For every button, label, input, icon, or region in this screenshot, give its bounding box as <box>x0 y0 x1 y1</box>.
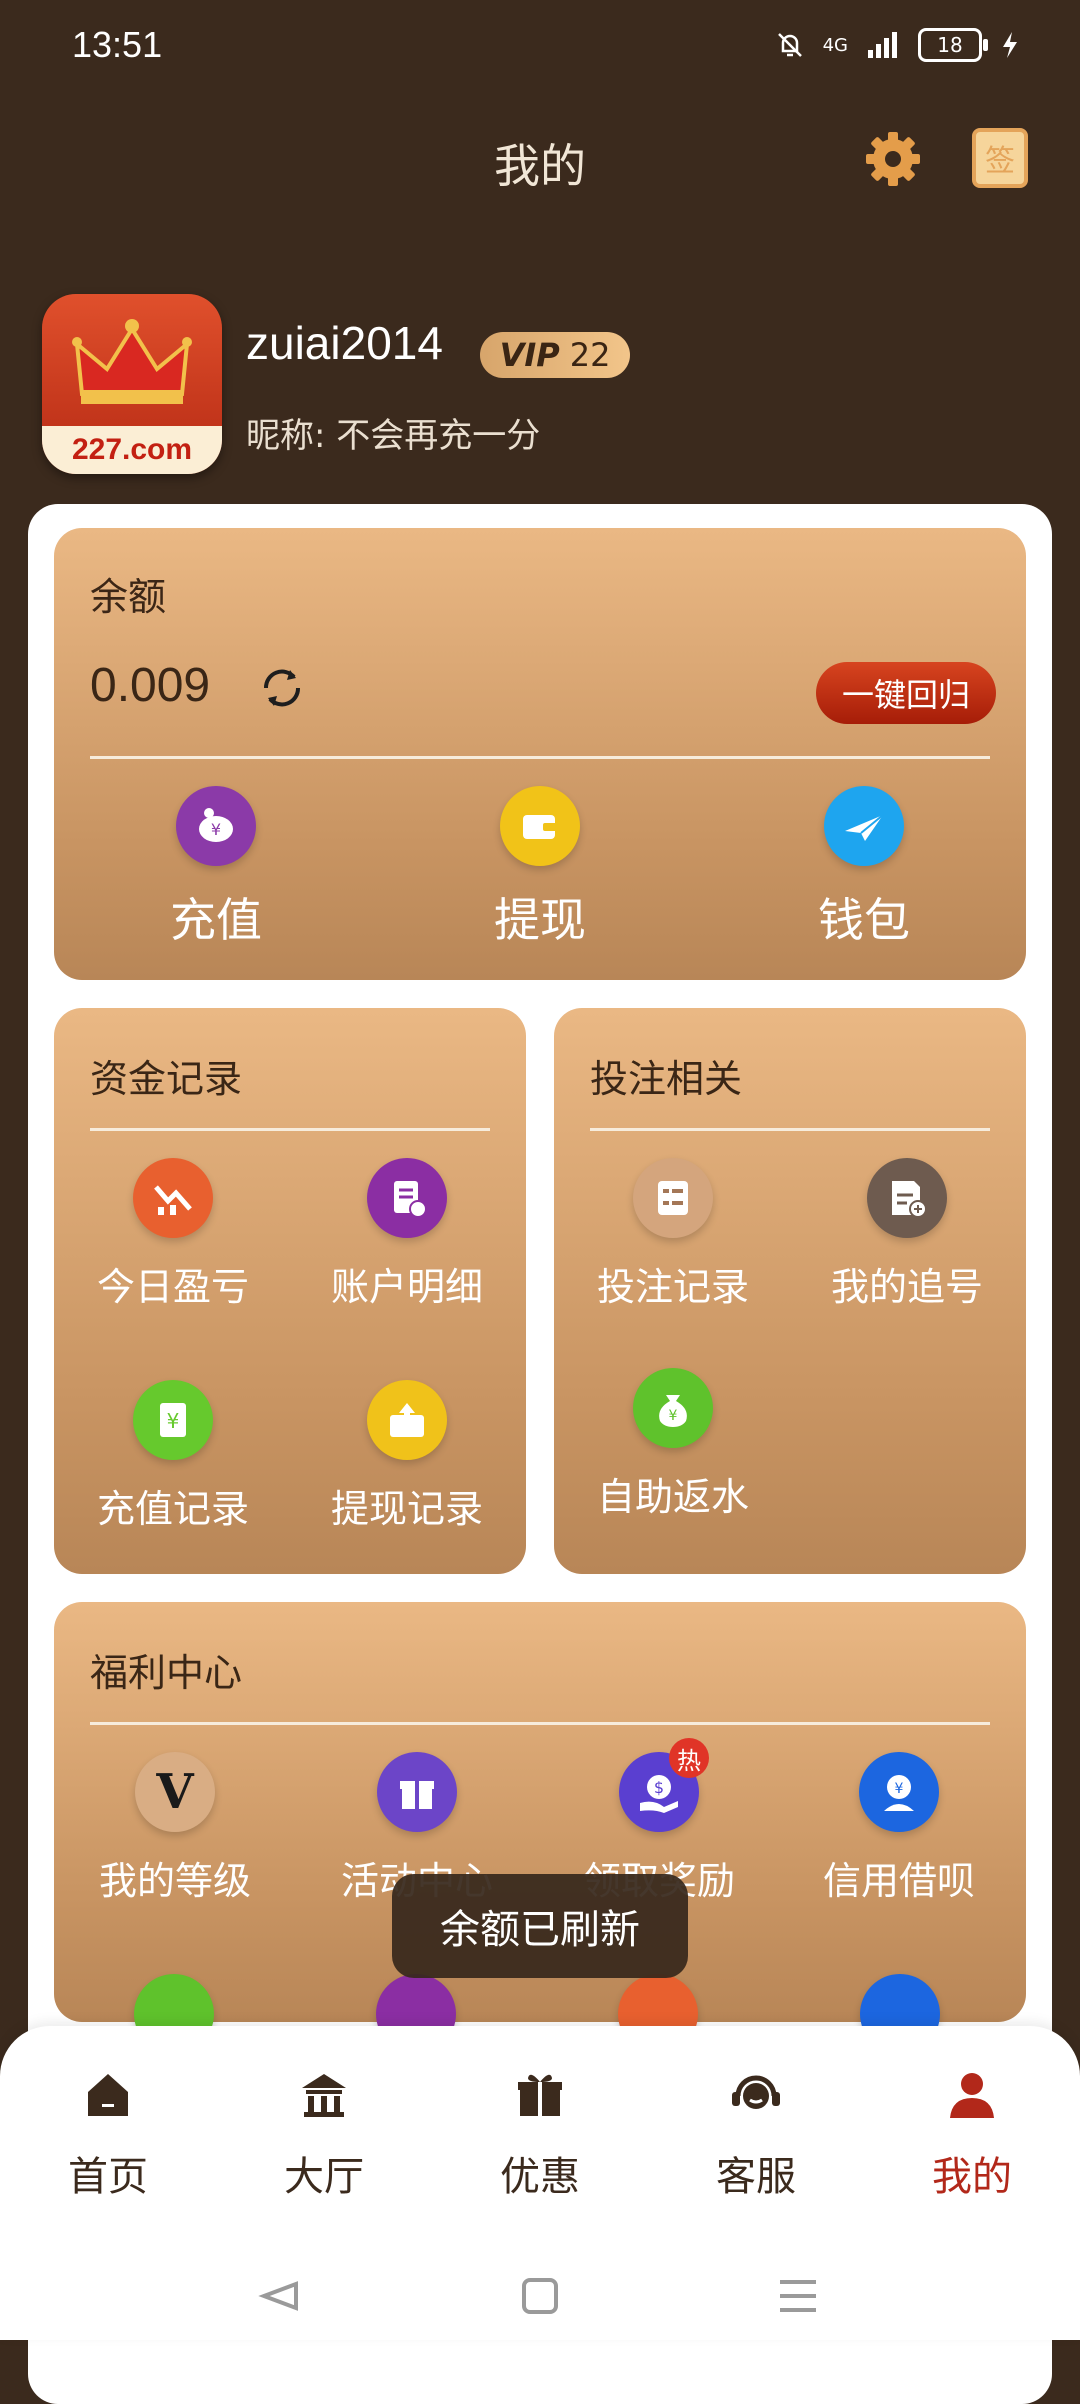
tab-service-label: 客服 <box>716 2154 796 2200</box>
welfare-title: 福利中心 <box>90 1651 243 1695</box>
wallet-icon <box>500 786 580 866</box>
divider <box>90 1722 990 1725</box>
svg-text:$: $ <box>654 1778 664 1797</box>
upload-box-icon <box>367 1380 447 1460</box>
menu-icon <box>780 2280 816 2312</box>
tab-service[interactable]: 客服 <box>686 2064 826 2202</box>
recharge-label: 充值 <box>170 893 262 947</box>
svg-text:¥: ¥ <box>211 820 221 839</box>
self-rebate-label: 自助返水 <box>596 1475 749 1519</box>
wallet-button[interactable]: 钱包 <box>754 786 974 950</box>
my-chase-label: 我的追号 <box>830 1265 983 1309</box>
document-icon <box>367 1158 447 1238</box>
recharge-record-button[interactable]: ¥ 充值记录 <box>68 1380 278 1533</box>
funds-title: 资金记录 <box>90 1057 243 1101</box>
balance-card: 余额 0.009 一键回归 ¥ 充值 提现 钱包 <box>54 528 1026 980</box>
username: zuiai2014 <box>246 317 443 369</box>
vip-level: 22 <box>569 336 611 374</box>
yen-card-icon: ¥ <box>133 1380 213 1460</box>
status-time: 13:51 <box>72 24 163 65</box>
hot-badge: 热 <box>669 1738 709 1778</box>
sign-in-calendar-button[interactable]: 签 <box>972 128 1028 188</box>
gear-icon[interactable] <box>862 128 924 190</box>
divider <box>590 1128 990 1131</box>
hall-icon <box>302 2074 346 2117</box>
betting-title: 投注相关 <box>590 1057 743 1101</box>
wallet-label: 钱包 <box>818 893 910 947</box>
svg-text:¥: ¥ <box>167 1409 180 1433</box>
self-rebate-button[interactable]: ¥ 自助返水 <box>568 1368 778 1521</box>
tab-home-label: 首页 <box>68 2154 148 2200</box>
svg-text:¥: ¥ <box>895 1781 904 1797</box>
today-profit-label: 今日盈亏 <box>96 1265 249 1309</box>
today-profit-button[interactable]: 今日盈亏 <box>68 1158 278 1311</box>
credit-loan-label: 信用借呗 <box>822 1859 975 1903</box>
tab-hall[interactable]: 大厅 <box>254 2064 394 2202</box>
bottom-nav: 首页 大厅 优惠 客服 我的 <box>0 2026 1080 2340</box>
dollar-hand-icon: $ 热 <box>619 1738 709 1832</box>
vip-label: VIP <box>499 336 560 374</box>
recharge-button[interactable]: ¥ 充值 <box>106 786 326 950</box>
bet-record-label: 投注记录 <box>596 1265 749 1309</box>
my-chase-button[interactable]: 我的追号 <box>802 1158 1012 1311</box>
nickname: 昵称: 不会再充一分 <box>246 416 541 456</box>
balance-amount: 0.009 <box>90 659 211 712</box>
sign-label: 签 <box>985 144 1015 179</box>
signal-icon <box>868 32 897 58</box>
avatar-brand-text: 227.com <box>42 426 222 474</box>
balance-label: 余额 <box>90 575 167 619</box>
account-detail-label: 账户明细 <box>330 1265 483 1309</box>
status-icons: 4G 18 <box>775 28 1020 62</box>
tab-promotions[interactable]: 优惠 <box>470 2064 610 2202</box>
tab-mine[interactable]: 我的 <box>902 2064 1042 2202</box>
battery-level: 18 <box>937 33 963 57</box>
divider <box>90 756 990 759</box>
refresh-icon[interactable] <box>254 660 310 716</box>
crown-icon <box>72 319 192 404</box>
tab-mine-label: 我的 <box>932 2154 1012 2200</box>
bell-muted-icon <box>777 33 802 57</box>
level-v-icon: V <box>135 1752 215 1832</box>
withdraw-record-label: 提现记录 <box>330 1487 483 1531</box>
my-level-button[interactable]: V 我的等级 <box>60 1752 290 1905</box>
yen-user-icon: ¥ <box>859 1752 939 1832</box>
add-document-icon <box>867 1158 947 1238</box>
piggy-bank-icon: ¥ <box>176 786 256 866</box>
credit-loan-button[interactable]: ¥ 信用借呗 <box>784 1752 1014 1905</box>
betting-card: 投注相关 投注记录 我的追号 ¥ 自助返水 <box>554 1008 1026 1574</box>
account-detail-button[interactable]: 账户明细 <box>302 1158 512 1311</box>
paper-plane-icon <box>824 786 904 866</box>
bet-record-button[interactable]: 投注记录 <box>568 1158 778 1311</box>
recharge-record-label: 充值记录 <box>96 1487 249 1531</box>
avatar[interactable]: 227.com <box>42 294 222 474</box>
back-icon <box>258 2281 298 2311</box>
my-level-label: 我的等级 <box>98 1859 251 1903</box>
status-bar: 13:51 4G 18 <box>0 0 1080 96</box>
svg-text:¥: ¥ <box>669 1408 678 1424</box>
home-icon <box>88 2074 128 2116</box>
recover-funds-button[interactable]: 一键回归 <box>816 662 996 724</box>
divider <box>90 1128 490 1131</box>
chart-down-icon <box>133 1158 213 1238</box>
toast-message: 余额已刷新 <box>392 1874 688 1978</box>
charging-icon <box>1003 32 1017 58</box>
battery-icon: 18 <box>918 28 988 62</box>
withdraw-button[interactable]: 提现 <box>430 786 650 950</box>
system-nav-bar <box>258 2278 816 2314</box>
withdraw-record-button[interactable]: 提现记录 <box>302 1380 512 1533</box>
money-bag-icon: ¥ <box>633 1368 713 1448</box>
vip-badge: VIP 22 <box>480 332 630 378</box>
user-icon <box>950 2073 994 2118</box>
tab-hall-label: 大厅 <box>284 2154 364 2200</box>
list-icon <box>633 1158 713 1238</box>
headset-icon <box>732 2075 780 2109</box>
gift-icon <box>518 2074 562 2116</box>
network-label: 4G <box>822 34 848 56</box>
funds-record-card: 资金记录 今日盈亏 账户明细 ¥ 充值记录 提现记录 <box>54 1008 526 1574</box>
home-square-icon <box>522 2278 558 2314</box>
gift-icon <box>377 1752 457 1832</box>
tab-promotions-label: 优惠 <box>500 2154 580 2200</box>
tab-home[interactable]: 首页 <box>38 2064 178 2202</box>
withdraw-label: 提现 <box>494 893 586 947</box>
